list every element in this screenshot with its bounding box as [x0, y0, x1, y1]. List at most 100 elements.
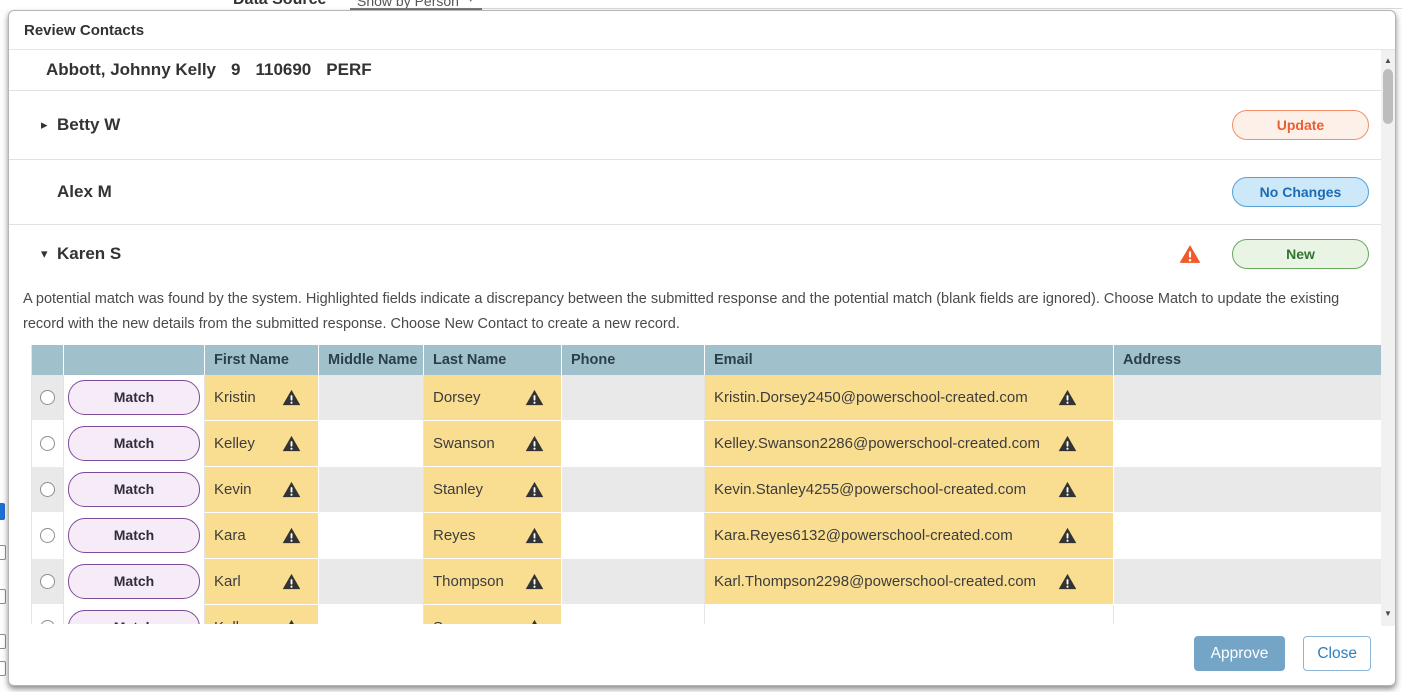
match-button[interactable]: Match — [68, 564, 200, 599]
match-radio[interactable] — [40, 482, 55, 497]
contact-row-alex[interactable]: Alex M No Changes — [9, 160, 1395, 224]
close-button[interactable]: Close — [1303, 636, 1371, 671]
first-name-cell: Kara — [214, 527, 246, 544]
dialog-footer: Approve Close — [9, 624, 1395, 685]
approve-button[interactable]: Approve — [1194, 636, 1286, 671]
warning-icon — [525, 481, 544, 498]
email-cell: Kristin.Dorsey2450@powerschool-created.c… — [714, 389, 1028, 406]
status-new-button[interactable]: New — [1232, 239, 1369, 269]
address-cell — [1114, 375, 1392, 421]
scroll-up-icon[interactable]: ▲ — [1381, 56, 1395, 65]
address-cell — [1114, 605, 1392, 626]
last-name-cell: Reyes — [433, 527, 476, 544]
dialog-titlebar: Review Contacts — [9, 11, 1395, 49]
warning-icon — [282, 527, 301, 544]
phone-header: Phone — [562, 345, 705, 375]
status-update-button[interactable]: Update — [1232, 110, 1369, 140]
warning-icon — [1179, 244, 1201, 264]
email-cell: Karl.Thompson2298@powerschool-created.co… — [714, 573, 1036, 590]
status-no-changes-badge[interactable]: No Changes — [1232, 177, 1369, 207]
warning-icon — [1058, 389, 1077, 406]
scrollbar[interactable]: ▲ ▼ — [1381, 50, 1395, 626]
scrollbar-thumb[interactable] — [1383, 69, 1393, 124]
warning-icon — [282, 435, 301, 452]
table-row: Match Karl Thompson Karl.Thompson2298@po… — [31, 559, 1392, 605]
match-radio[interactable] — [40, 436, 55, 451]
table-row: Match Kristin Dorsey Kristin.Dorsey2450@… — [31, 375, 1392, 421]
last-name-cell: Dorsey — [433, 389, 481, 406]
student-header: Abbott, Johnny Kelly9110690PERF — [9, 50, 1395, 90]
radio-column-header — [31, 345, 64, 375]
background-checkbox-fragment — [0, 589, 6, 604]
phone-cell — [562, 513, 705, 559]
match-button[interactable]: Match — [68, 472, 200, 507]
email-header: Email — [705, 345, 1114, 375]
email-cell: Kevin.Stanley4255@powerschool-created.co… — [714, 481, 1026, 498]
middle-name-cell — [319, 513, 424, 559]
student-school: PERF — [326, 60, 371, 79]
table-row: Match Kelly Sarna — [31, 605, 1392, 626]
last-name-cell: Stanley — [433, 481, 483, 498]
address-cell — [1114, 559, 1392, 605]
background-checkbox-fragment — [0, 661, 6, 676]
first-name-cell: Kristin — [214, 389, 256, 406]
dialog-title: Review Contacts — [24, 22, 144, 39]
warning-icon — [1058, 573, 1077, 590]
potential-match-table: First Name Middle Name Last Name Phone E… — [31, 345, 1392, 626]
match-help-text: A potential match was found by the syste… — [23, 287, 1355, 337]
warning-icon — [1058, 481, 1077, 498]
background-selected-fragment — [0, 503, 5, 520]
address-header: Address — [1114, 345, 1392, 375]
contact-name: Betty W — [57, 115, 120, 135]
match-button[interactable]: Match — [68, 518, 200, 553]
contact-name: Karen S — [57, 244, 121, 264]
background-checkbox-fragment — [0, 634, 6, 649]
page: Data Source Show by Person ▾ Review Cont… — [0, 0, 1402, 692]
middle-name-header: Middle Name — [319, 345, 424, 375]
phone-cell — [562, 559, 705, 605]
first-name-cell: Karl — [214, 573, 241, 590]
table-row: Match Kevin Stanley Kevin.Stanley4255@po… — [31, 467, 1392, 513]
warning-icon — [525, 573, 544, 590]
last-name-cell: Thompson — [433, 573, 504, 590]
warning-icon — [1058, 527, 1077, 544]
toolbar-border — [482, 8, 1402, 9]
last-name-cell: Swanson — [433, 435, 495, 452]
phone-cell — [562, 605, 705, 626]
match-radio[interactable] — [40, 574, 55, 589]
contact-name: Alex M — [57, 182, 112, 202]
table-row: Match Kelley Swanson Kelley.Swanson2286@… — [31, 421, 1392, 467]
match-radio[interactable] — [40, 528, 55, 543]
match-radio[interactable] — [40, 390, 55, 405]
match-column-header — [64, 345, 205, 375]
warning-icon — [282, 573, 301, 590]
contact-row-karen[interactable]: ▾ Karen S New — [9, 225, 1395, 283]
middle-name-cell — [319, 421, 424, 467]
first-name-cell: Kelley — [214, 435, 255, 452]
phone-cell — [562, 467, 705, 513]
background-toolbar: Data Source Show by Person ▾ — [0, 0, 1402, 10]
match-button[interactable]: Match — [68, 380, 200, 415]
expander-expanded-icon[interactable]: ▾ — [41, 246, 57, 262]
match-button[interactable]: Match — [68, 426, 200, 461]
phone-cell — [562, 421, 705, 467]
middle-name-cell — [319, 605, 424, 626]
warning-icon — [525, 435, 544, 452]
address-cell — [1114, 513, 1392, 559]
middle-name-cell — [319, 559, 424, 605]
warning-icon — [282, 481, 301, 498]
table-row: Match Kara Reyes Kara.Reyes6132@powersch… — [31, 513, 1392, 559]
last-name-header: Last Name — [424, 345, 562, 375]
background-checkbox-fragment — [0, 545, 6, 560]
review-contacts-dialog: Review Contacts Abbott, Johnny Kelly9110… — [8, 10, 1396, 686]
first-name-header: First Name — [205, 345, 319, 375]
middle-name-cell — [319, 467, 424, 513]
email-cell: Kelley.Swanson2286@powerschool-created.c… — [714, 435, 1040, 452]
scroll-down-icon[interactable]: ▼ — [1381, 609, 1395, 618]
address-cell — [1114, 421, 1392, 467]
contact-row-betty[interactable]: ▸ Betty W Update — [9, 91, 1395, 159]
dialog-scroll-region: Abbott, Johnny Kelly9110690PERF ▸ Betty … — [9, 49, 1395, 626]
middle-name-cell — [319, 375, 424, 421]
student-number: 110690 — [255, 60, 311, 79]
expander-collapsed-icon[interactable]: ▸ — [41, 117, 57, 133]
